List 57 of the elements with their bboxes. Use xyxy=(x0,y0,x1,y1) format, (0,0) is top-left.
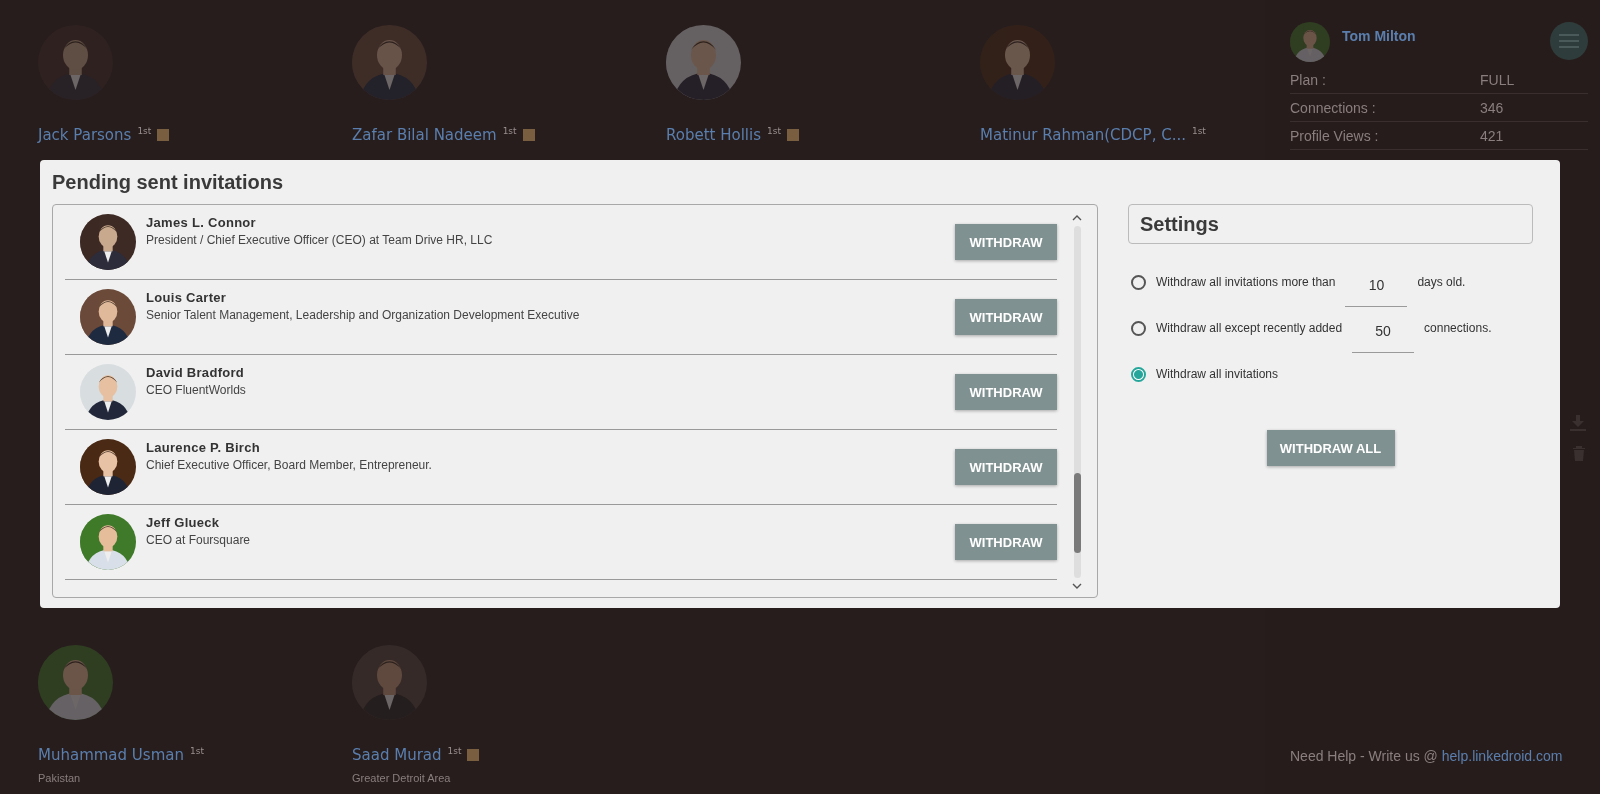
person-name: Louis Carter xyxy=(146,290,228,305)
withdraw-button[interactable]: WITHDRAW xyxy=(955,524,1057,560)
stat-value: 346 xyxy=(1480,99,1504,116)
location-text: Greater Detroit Area xyxy=(352,772,452,784)
person-headline: CEO FluentWorlds xyxy=(146,383,247,397)
option-label: Withdraw all invitations more than xyxy=(1156,275,1336,289)
number-field[interactable]: 50 xyxy=(1352,315,1415,353)
person-name: Jeff Glueck xyxy=(146,515,221,530)
degree-label: 1st xyxy=(189,746,204,756)
scroll-down-icon[interactable] xyxy=(1072,583,1082,589)
scrollbar-thumb[interactable] xyxy=(1073,473,1081,553)
menu-icon xyxy=(1559,34,1579,48)
help-text: Need Help - Write us @ xyxy=(1290,748,1438,764)
degree-label: 1st xyxy=(502,126,517,136)
menu-button[interactable] xyxy=(1550,22,1588,60)
stat-value: 421 xyxy=(1480,127,1504,144)
stat-label: Plan : xyxy=(1290,71,1327,88)
radio-button[interactable] xyxy=(1131,366,1146,382)
option-suffix: connections. xyxy=(1424,321,1492,335)
profile-name[interactable]: Jack Parsons xyxy=(38,126,132,144)
user-name: Tom Milton xyxy=(1342,28,1417,44)
profile-name[interactable]: Matinur Rahman(CDCP, C... xyxy=(980,126,1186,144)
location-text: Pakistan xyxy=(38,772,82,784)
withdraw-all-button[interactable]: WITHDRAW ALL xyxy=(1266,430,1395,466)
number-field[interactable]: 10 xyxy=(1345,269,1408,307)
withdraw-button[interactable]: WITHDRAW xyxy=(955,374,1057,410)
degree-label: 1st xyxy=(137,126,152,136)
person-headline: President / Chief Executive Officer (CEO) at Team Drive HR, LLC xyxy=(146,233,494,247)
scroll-up-icon[interactable] xyxy=(1072,215,1082,221)
profile-name[interactable]: Muhammad Usman xyxy=(38,746,184,764)
option-label: Withdraw all invitations xyxy=(1156,367,1279,381)
person-name: David Bradford xyxy=(146,365,246,380)
profile-name[interactable]: Robett Hollis xyxy=(666,126,761,144)
stat-label: Connections : xyxy=(1290,99,1377,116)
dialog-title: Pending sent invitations xyxy=(52,171,285,194)
radio-button[interactable] xyxy=(1131,320,1146,336)
stat-label: Profile Views : xyxy=(1290,127,1380,144)
person-name: James L. Connor xyxy=(146,215,257,230)
settings-header: Settings xyxy=(1128,204,1533,244)
help-link[interactable]: help.linkedroid.com xyxy=(1441,748,1563,764)
profile-name[interactable]: Zafar Bilal Nadeem xyxy=(352,126,497,144)
option-label: Withdraw all except recently added xyxy=(1156,321,1343,335)
person-name: Laurence P. Birch xyxy=(146,440,261,455)
profile-name[interactable]: Saad Murad xyxy=(352,746,442,764)
option-suffix: days old. xyxy=(1417,275,1466,289)
stat-value: FULL xyxy=(1480,71,1515,88)
scrollbar-track[interactable] xyxy=(1073,226,1081,578)
withdraw-button[interactable]: WITHDRAW xyxy=(955,449,1057,485)
radio-button[interactable] xyxy=(1131,274,1146,290)
withdraw-button[interactable]: WITHDRAW xyxy=(955,299,1057,335)
withdraw-button[interactable]: WITHDRAW xyxy=(955,224,1057,260)
person-headline: CEO at Foursquare xyxy=(146,533,252,547)
degree-label: 1st xyxy=(767,126,781,136)
person-headline: Chief Executive Officer, Board Member, Entrepreneur. xyxy=(146,458,433,472)
person-headline: Senior Talent Management, Leadership and Organization Development Executive xyxy=(146,308,581,322)
degree-label: 1st xyxy=(1191,126,1206,136)
degree-label: 1st xyxy=(447,746,462,756)
